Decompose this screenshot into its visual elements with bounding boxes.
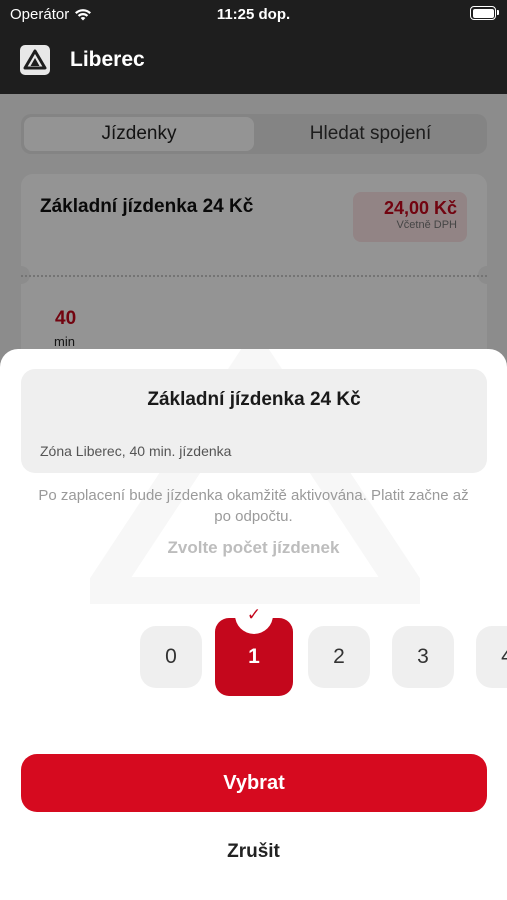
- select-button[interactable]: Vybrat: [21, 754, 487, 812]
- activation-note: Po zaplacení bude jízdenka okamžitě akti…: [38, 487, 469, 525]
- ticket-summary-title: Základní jízdenka 24 Kč: [147, 389, 361, 410]
- page-title: Liberec: [70, 48, 145, 71]
- quantity-option-3[interactable]: 3: [392, 626, 454, 688]
- quantity-option-4[interactable]: 4: [476, 626, 507, 688]
- status-bar: Operátor 11:25 dop.: [0, 0, 507, 30]
- quantity-prompt: Zvolte počet jízdenek: [167, 538, 340, 557]
- quantity-option-0[interactable]: 0: [140, 626, 202, 688]
- nav-bar: Liberec: [0, 30, 507, 94]
- battery-icon: [470, 6, 499, 20]
- cancel-button[interactable]: Zrušit: [0, 841, 507, 863]
- quantity-bottom-sheet: Základní jízdenka 24 Kč Zóna Liberec, 40…: [0, 349, 507, 900]
- ticket-summary-subtitle: Zóna Liberec, 40 min. jízdenka: [40, 443, 232, 459]
- triangle-logo-icon: [20, 45, 50, 75]
- quantity-picker[interactable]: 0 1 ✓ 2 3 4: [0, 604, 507, 704]
- ticket-summary: Základní jízdenka 24 Kč Zóna Liberec, 40…: [21, 369, 487, 473]
- quantity-option-2[interactable]: 2: [308, 626, 370, 688]
- clock: 11:25 dop.: [216, 6, 291, 23]
